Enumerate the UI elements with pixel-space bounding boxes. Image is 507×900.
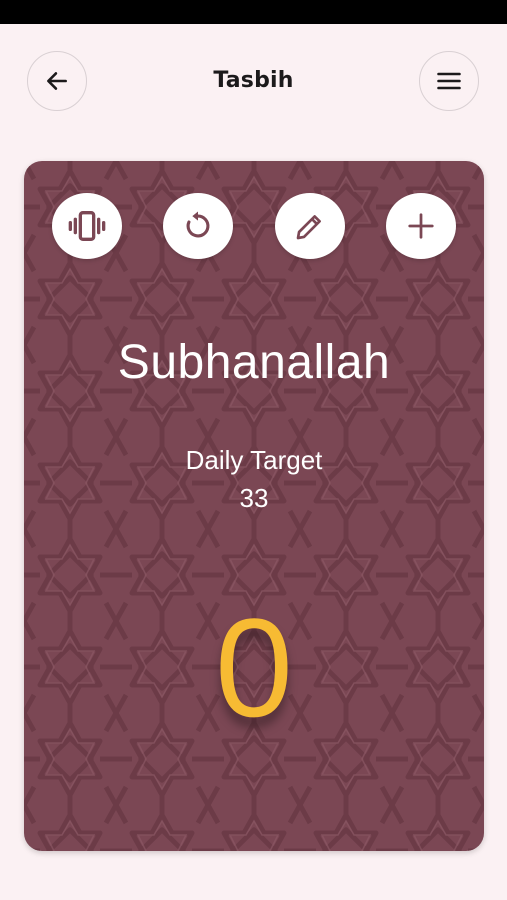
- daily-target-value: 33: [239, 483, 269, 513]
- add-button[interactable]: [386, 193, 456, 259]
- reset-icon: [186, 211, 210, 238]
- daily-target-label: Daily Target: [185, 445, 323, 475]
- status-bar: [0, 0, 507, 24]
- hamburger-menu-icon: [437, 72, 461, 90]
- reset-button[interactable]: [163, 193, 233, 259]
- edit-button[interactable]: [275, 193, 345, 259]
- vibrate-icon: [68, 211, 106, 241]
- tasbih-card: Subhanallah Daily Target 33 0: [24, 161, 484, 851]
- pencil-icon: [296, 215, 321, 240]
- tap-counter[interactable]: 0: [24, 593, 484, 743]
- menu-button[interactable]: [419, 51, 479, 111]
- dhikr-name: Subhanallah: [117, 336, 391, 389]
- plus-icon: [408, 213, 434, 239]
- vibrate-button[interactable]: [52, 193, 122, 259]
- app-bar: Tasbih: [0, 24, 507, 140]
